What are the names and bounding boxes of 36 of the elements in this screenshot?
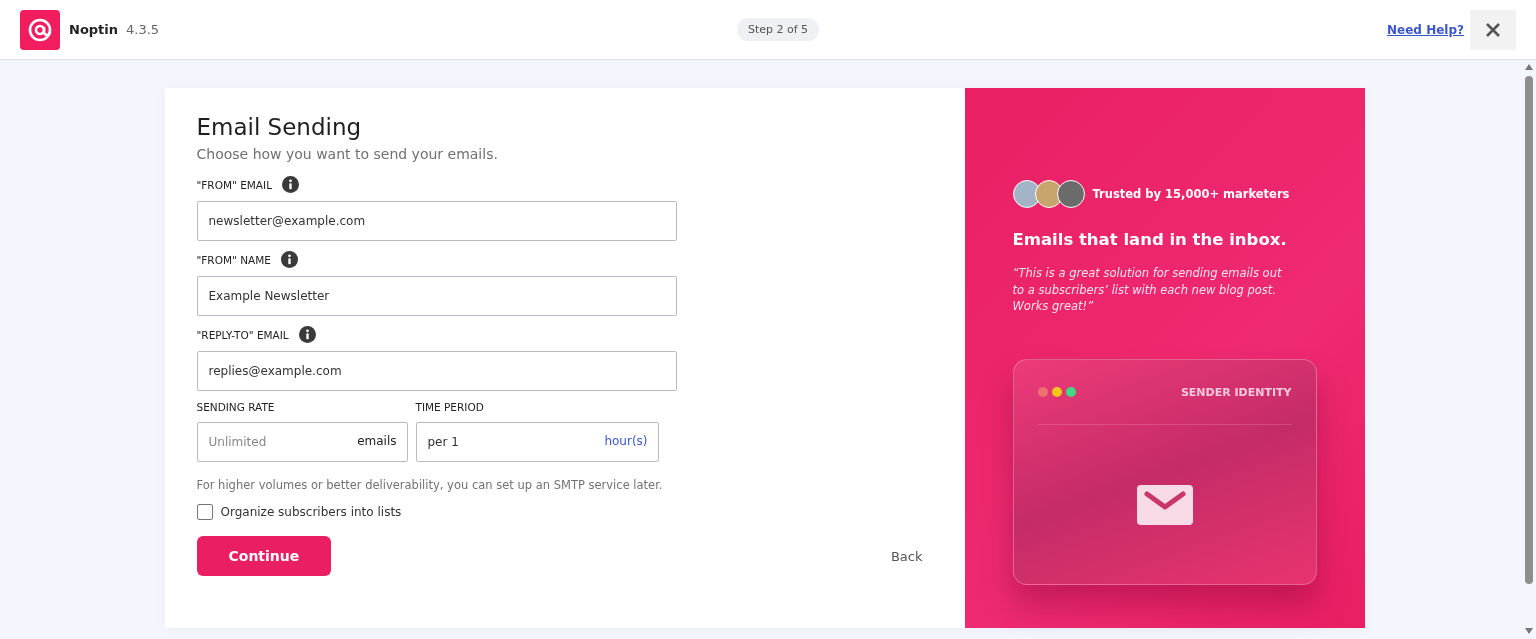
trust-text: Trusted by 15,000+ marketers [1092,187,1290,201]
envelope-icon [1136,484,1193,525]
continue-button[interactable]: Continue [196,536,332,576]
app-name: Noptin [69,22,119,37]
close-icon [1485,21,1501,38]
field-suffix: emails [357,434,397,448]
field-label: "FROM" NAME [196,253,271,266]
help-text: For higher volumes or better deliverability, you can set up an SMTP service later. [196,478,664,492]
page-title: Email Sending [196,114,363,140]
info-icon[interactable] [282,176,299,193]
app-logo [20,9,60,50]
page-subtitle: Choose how you want to send your emails. [196,146,499,162]
unit-select[interactable]: hour(s) [604,434,648,448]
info-icon[interactable] [298,326,316,343]
promo-headline: Emails that land in the inbox. [1012,230,1288,249]
app-version: 4.3.5 [126,22,160,37]
info-icon[interactable] [280,251,298,268]
scrollbar-thumb[interactable] [1525,76,1533,584]
text-field[interactable]: newsletter@example.com [196,201,677,241]
field-label: "FROM" EMAIL [196,178,272,191]
text-field[interactable]: replies@example.com [196,351,677,391]
field-label: SENDING RATE [196,401,276,413]
field-label: TIME PERIOD [415,401,485,413]
step-indicator: Step 2 of 5 [736,18,820,41]
checkbox-label: Organize subscribers into lists [220,505,402,519]
field-label: "REPLY-TO" EMAIL [196,328,289,341]
avatar [1056,180,1085,208]
help-link[interactable]: Need Help? [1387,22,1464,37]
checkbox[interactable] [196,504,213,520]
card-title: SENDER IDENTITY [1180,385,1292,399]
text-field[interactable]: Example Newsletter [196,276,677,316]
back-link[interactable]: Back [890,548,923,564]
scroll-up-icon[interactable] [1525,64,1533,70]
close-button[interactable] [1470,9,1516,50]
scroll-down-icon[interactable] [1525,628,1533,634]
testimonial-quote: “This is a great solution for sending emails out to a subscribers’ list with each new blog post. Works great!” [1012,265,1283,315]
